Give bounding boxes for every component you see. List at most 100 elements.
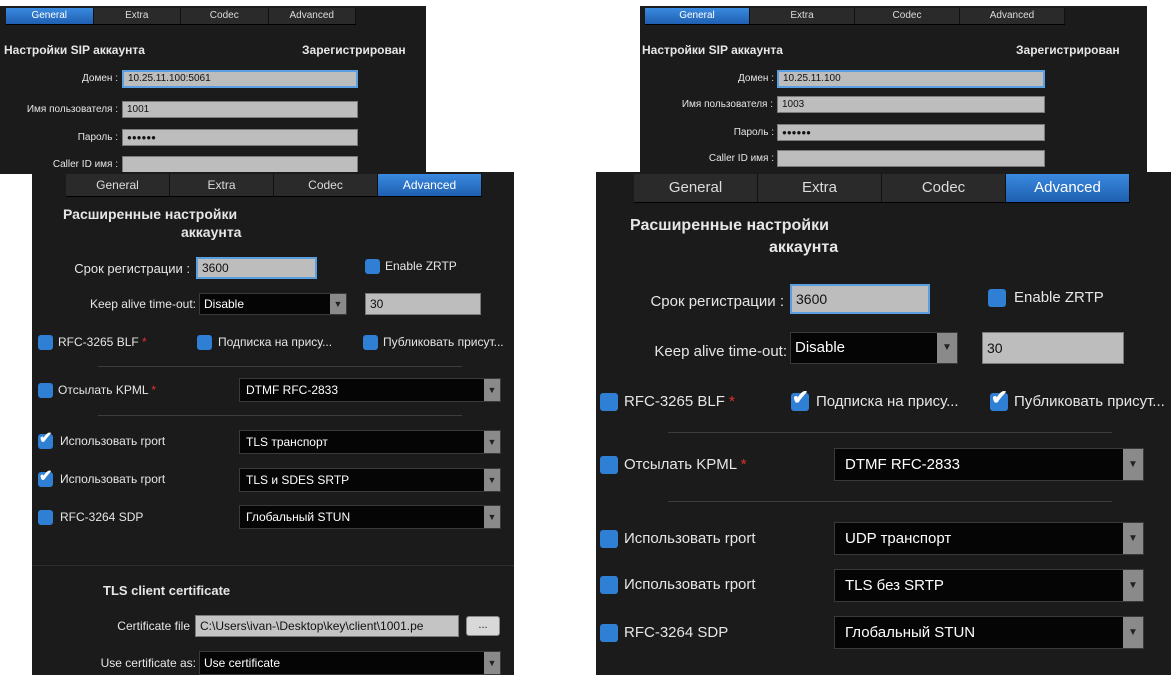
kpml-select-value: DTMF RFC-2833 xyxy=(845,456,961,473)
tab-extra[interactable]: Extra xyxy=(758,174,882,202)
tab-extra[interactable]: Extra xyxy=(750,8,855,24)
blf-text: RFC-3265 BLF xyxy=(624,393,725,410)
sip-title: Настройки SIP аккаунта xyxy=(642,43,783,57)
advanced-title: Расширенные настройки xyxy=(630,217,829,234)
kpml-select[interactable]: DTMF RFC-2833 ▼ xyxy=(834,448,1144,481)
username-label: Имя пользователя : xyxy=(681,99,773,110)
rport2-select[interactable]: TLS без SRTP ▼ xyxy=(834,569,1144,602)
tab-codec[interactable]: Codec xyxy=(181,8,269,24)
password-field[interactable]: ●●●●●● xyxy=(122,129,358,146)
username-field[interactable]: 1003 xyxy=(777,96,1045,113)
sdp-checkbox[interactable] xyxy=(38,510,53,525)
registration-status: Зарегистрирован xyxy=(1016,43,1120,57)
tab-general[interactable]: General xyxy=(6,8,94,24)
sdp-select[interactable]: Глобальный STUN ▼ xyxy=(834,616,1144,649)
tab-extra[interactable]: Extra xyxy=(94,8,181,24)
rport1-select-value: TLS транспорт xyxy=(246,435,328,449)
sdp-checkbox[interactable] xyxy=(600,624,618,642)
advanced-title: Расширенные настройки xyxy=(63,206,238,222)
use-cert-select-value: Use certificate xyxy=(204,656,281,670)
blf-checkbox[interactable] xyxy=(600,393,618,411)
username-field[interactable]: 1001 xyxy=(122,101,358,118)
sdp-label: RFC-3264 SDP xyxy=(624,624,729,641)
subscribe-checkbox[interactable] xyxy=(197,335,212,350)
separator xyxy=(98,415,462,416)
chevron-down-icon: ▼ xyxy=(330,294,346,314)
rport1-checkbox[interactable] xyxy=(600,530,618,548)
tls-title: TLS client certificate xyxy=(103,583,231,598)
chevron-down-icon: ▼ xyxy=(484,379,500,401)
rport1-select[interactable]: UDP транспорт ▼ xyxy=(834,522,1144,555)
chevron-down-icon: ▼ xyxy=(484,469,500,491)
sip-title: Настройки SIP аккаунта xyxy=(4,43,145,57)
tab-extra[interactable]: Extra xyxy=(170,174,274,196)
keepalive-select-value: Disable xyxy=(795,339,846,356)
chevron-down-icon: ▼ xyxy=(484,431,500,453)
separator xyxy=(32,565,514,566)
browse-button[interactable]: ... xyxy=(466,616,500,636)
separator xyxy=(668,432,1112,433)
use-cert-select[interactable]: Use certificate ▼ xyxy=(199,651,501,675)
zrtp-checkbox[interactable] xyxy=(365,259,380,274)
tab-advanced[interactable]: Advanced xyxy=(960,8,1065,24)
tab-advanced[interactable]: Advanced xyxy=(1006,174,1130,202)
left-adv-tabbar: General Extra Codec Advanced xyxy=(66,174,482,197)
tab-general[interactable]: General xyxy=(66,174,170,196)
required-mark: * xyxy=(142,335,147,349)
callerid-field[interactable] xyxy=(122,156,358,173)
kpml-checkbox[interactable] xyxy=(38,383,53,398)
chevron-down-icon: ▼ xyxy=(484,652,500,674)
keepalive-seconds-field[interactable]: 30 xyxy=(982,332,1124,364)
tab-codec[interactable]: Codec xyxy=(855,8,960,24)
password-label: Пароль : xyxy=(733,127,774,138)
registration-field[interactable]: 3600 xyxy=(196,257,317,279)
kpml-label: Отсылать KPML * xyxy=(624,456,747,473)
separator xyxy=(668,501,1112,502)
keepalive-seconds-field[interactable]: 30 xyxy=(365,293,481,315)
callerid-label: Caller ID имя : xyxy=(708,153,774,164)
required-mark: * xyxy=(740,456,747,473)
subscribe-label: Подписка на прису... xyxy=(218,335,333,349)
tab-advanced[interactable]: Advanced xyxy=(378,174,482,196)
cert-file-field[interactable]: C:\Users\ivan-\Desktop\key\client\1001.p… xyxy=(195,615,459,637)
sdp-label: RFC-3264 SDP xyxy=(60,510,144,524)
kpml-select[interactable]: DTMF RFC-2833 ▼ xyxy=(239,378,501,402)
chevron-down-icon: ▼ xyxy=(484,506,500,528)
blf-checkbox[interactable] xyxy=(38,335,53,350)
domain-field[interactable]: 10.25.11.100:5061 xyxy=(122,70,358,88)
rport2-select-value: TLS и SDES SRTP xyxy=(246,473,350,487)
tab-general[interactable]: General xyxy=(645,8,750,24)
sdp-select[interactable]: Глобальный STUN ▼ xyxy=(239,505,501,529)
rport2-checkbox[interactable] xyxy=(600,576,618,594)
tab-codec[interactable]: Codec xyxy=(274,174,378,196)
password-field[interactable]: ●●●●●● xyxy=(777,124,1045,141)
left-sip-tabbar: General Extra Codec Advanced xyxy=(6,8,356,25)
rport1-select[interactable]: TLS транспорт ▼ xyxy=(239,430,501,454)
rport1-label: Использовать rport xyxy=(60,434,166,448)
blf-label: RFC-3265 BLF * xyxy=(624,393,735,410)
keepalive-select[interactable]: Disable ▼ xyxy=(790,332,958,364)
kpml-label: Отсылать KPML * xyxy=(58,383,156,397)
rport2-select[interactable]: TLS и SDES SRTP ▼ xyxy=(239,468,501,492)
chevron-down-icon: ▼ xyxy=(1123,449,1143,480)
password-label: Пароль : xyxy=(77,132,118,143)
blf-text: RFC-3265 BLF xyxy=(58,335,139,349)
cert-file-label: Certificate file xyxy=(117,619,190,633)
registration-status: Зарегистрирован xyxy=(302,43,406,57)
zrtp-label: Enable ZRTP xyxy=(1014,289,1104,306)
right-sip-panel: General Extra Codec Advanced Настройки S… xyxy=(640,6,1147,174)
publish-label: Публиковать присут... xyxy=(1014,393,1165,410)
chevron-down-icon: ▼ xyxy=(937,333,957,363)
zrtp-checkbox[interactable] xyxy=(988,289,1006,307)
keepalive-select[interactable]: Disable ▼ xyxy=(199,293,347,315)
tab-advanced[interactable]: Advanced xyxy=(269,8,356,24)
kpml-checkbox[interactable] xyxy=(600,456,618,474)
publish-checkbox[interactable] xyxy=(363,335,378,350)
domain-field[interactable]: 10.25.11.100 xyxy=(777,70,1045,88)
callerid-field[interactable] xyxy=(777,150,1045,167)
tab-codec[interactable]: Codec xyxy=(882,174,1006,202)
tab-general[interactable]: General xyxy=(634,174,758,202)
rport2-label: Использовать rport xyxy=(60,472,166,486)
registration-field[interactable]: 3600 xyxy=(790,284,930,314)
advanced-title-line2: аккаунта xyxy=(769,239,839,256)
